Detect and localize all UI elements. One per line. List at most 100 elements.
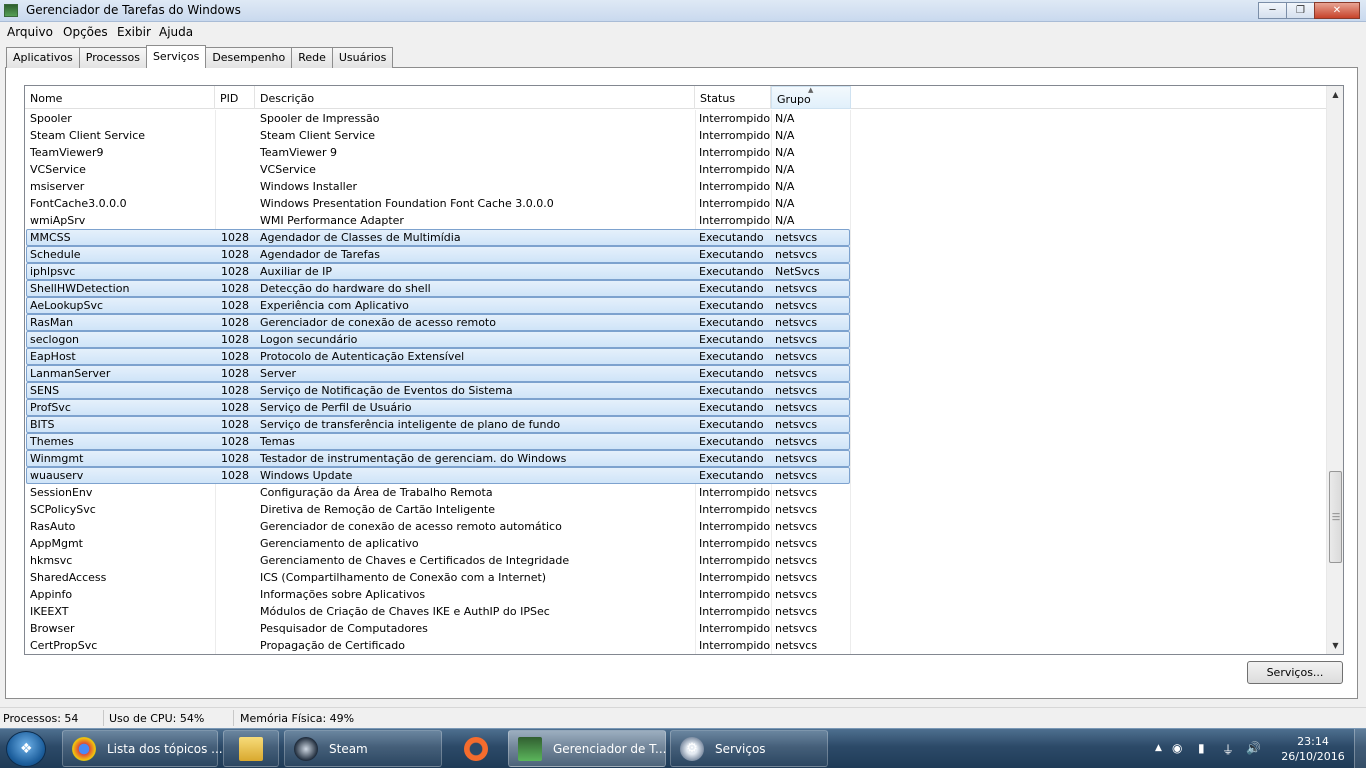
- table-row[interactable]: iphlpsvc 1028 Auxiliar de IP Executando NetS…: [25, 263, 1326, 280]
- menu-arquivo[interactable]: Arquivo: [7, 25, 53, 39]
- table-row[interactable]: TeamViewer9 TeamViewer 9 Interrompido N/A: [25, 144, 1326, 161]
- taskbar-item-chrome[interactable]: Lista dos tópicos ...: [62, 730, 223, 767]
- start-button[interactable]: ❖: [6, 731, 46, 767]
- cell-group: netsvcs: [775, 367, 818, 380]
- cell-name: VCService: [30, 163, 86, 176]
- table-row[interactable]: RasAuto Gerenciador de conexão de acesso …: [25, 518, 1326, 535]
- cell-group: netsvcs: [775, 520, 818, 533]
- taskbar-clock[interactable]: 23:14 26/10/2016: [1280, 734, 1346, 764]
- cell-pid: 1028: [221, 469, 249, 482]
- column-header-descricao[interactable]: Descrição: [255, 86, 695, 109]
- column-header-status[interactable]: Status: [695, 86, 771, 109]
- column-header-nome[interactable]: Nome: [25, 86, 215, 109]
- tab-processos[interactable]: Processos: [78, 47, 147, 68]
- cpu-usage: Uso de CPU: 54%: [109, 712, 205, 725]
- table-row[interactable]: EapHost 1028 Protocolo de Autenticação Ext…: [25, 348, 1326, 365]
- show-desktop-button[interactable]: [1354, 729, 1366, 768]
- cell-group: netsvcs: [775, 503, 818, 516]
- taskbar-item-services[interactable]: ⚙ Serviços: [670, 730, 828, 767]
- table-row[interactable]: BITS 1028 Serviço de transferência intelig…: [25, 416, 1326, 433]
- taskbar-item-origin[interactable]: [447, 730, 503, 767]
- table-row[interactable]: AeLookupSvc 1028 Experiência com Aplicativ…: [25, 297, 1326, 314]
- cell-group: netsvcs: [775, 384, 818, 397]
- scrollbar-thumb[interactable]: — — —: [1329, 471, 1342, 563]
- table-row[interactable]: MMCSS 1028 Agendador de Classes de Multimí…: [25, 229, 1326, 246]
- cell-name: IKEEXT: [30, 605, 69, 618]
- cell-group: netsvcs: [775, 605, 818, 618]
- table-row[interactable]: SharedAccess ICS (Compartilhamento de Con…: [25, 569, 1326, 586]
- window-title: Gerenciador de Tarefas do Windows: [26, 3, 241, 17]
- task-manager-icon: [518, 737, 542, 761]
- network-signal-icon[interactable]: ▮: [1198, 741, 1205, 755]
- menu-ajuda[interactable]: Ajuda: [159, 25, 193, 39]
- tab-servicos[interactable]: Serviços: [145, 45, 207, 68]
- table-row[interactable]: seclogon 1028 Logon secundário Executando ne…: [25, 331, 1326, 348]
- table-row[interactable]: SENS 1028 Serviço de Notificação de Evento…: [25, 382, 1326, 399]
- cell-desc: Windows Presentation Foundation Font Cac…: [260, 197, 554, 210]
- services-list[interactable]: Nome PID Descrição Status ▲ Grupo Spoole…: [24, 85, 1344, 655]
- table-row[interactable]: Appinfo Informações sobre Aplicativos Inte…: [25, 586, 1326, 603]
- steam-tray-icon[interactable]: ◉: [1172, 741, 1182, 755]
- table-row[interactable]: SessionEnv Configuração da Área de Trabal…: [25, 484, 1326, 501]
- restore-button[interactable]: ❐: [1286, 2, 1315, 19]
- column-header-pid[interactable]: PID: [215, 86, 255, 109]
- tab-aplicativos[interactable]: Aplicativos: [6, 47, 80, 68]
- list-header: Nome PID Descrição Status ▲ Grupo: [25, 86, 1326, 109]
- services-button[interactable]: Serviços...: [1247, 661, 1343, 684]
- taskbar-item-steam[interactable]: Steam: [284, 730, 442, 767]
- cell-desc: Pesquisador de Computadores: [260, 622, 428, 635]
- cell-status: Interrompido: [699, 214, 771, 227]
- scroll-down-arrow-icon[interactable]: ▼: [1327, 637, 1343, 654]
- taskbar-item-label: Steam: [329, 742, 368, 756]
- title-bar[interactable]: Gerenciador de Tarefas do Windows ─ ❐ ✕: [0, 0, 1366, 22]
- tab-usuarios[interactable]: Usuários: [331, 47, 394, 68]
- cell-desc: TeamViewer 9: [260, 146, 337, 159]
- cell-name: ProfSvc: [30, 401, 71, 414]
- table-row[interactable]: LanmanServer 1028 Server Executando netsvcs: [25, 365, 1326, 382]
- cell-status: Interrompido: [699, 486, 771, 499]
- table-row[interactable]: Winmgmt 1028 Testador de instrumentação de…: [25, 450, 1326, 467]
- taskbar-item-task-manager[interactable]: Gerenciador de T...: [508, 730, 667, 767]
- tab-desempenho[interactable]: Desempenho: [205, 47, 293, 68]
- table-row[interactable]: AppMgmt Gerenciamento de aplicativo Interr…: [25, 535, 1326, 552]
- table-row[interactable]: wmiApSrv WMI Performance Adapter Interromp…: [25, 212, 1326, 229]
- cell-status: Executando: [699, 316, 764, 329]
- table-row[interactable]: Schedule 1028 Agendador de Tarefas Executan…: [25, 246, 1326, 263]
- table-row[interactable]: ShellHWDetection 1028 Detecção do hardware…: [25, 280, 1326, 297]
- cell-name: SharedAccess: [30, 571, 107, 584]
- power-plug-icon[interactable]: ⏚: [1222, 741, 1234, 758]
- table-row[interactable]: Browser Pesquisador de Computadores Interr…: [25, 620, 1326, 637]
- table-row[interactable]: wuauserv 1028 Windows Update Executando nets…: [25, 467, 1326, 484]
- volume-icon[interactable]: 🔊: [1246, 741, 1261, 755]
- close-button[interactable]: ✕: [1314, 2, 1360, 19]
- vertical-scrollbar[interactable]: ▲ — — — ▼: [1326, 86, 1343, 654]
- cell-desc: Experiência com Aplicativo: [260, 299, 409, 312]
- table-row[interactable]: SCPolicySvc Diretiva de Remoção de Cartão…: [25, 501, 1326, 518]
- table-row[interactable]: Steam Client Service Steam Client Service…: [25, 127, 1326, 144]
- cell-status: Interrompido: [699, 554, 771, 567]
- show-hidden-icons-icon[interactable]: ▲: [1155, 743, 1162, 753]
- table-row[interactable]: msiserver Windows Installer Interrompido N/…: [25, 178, 1326, 195]
- cell-status: Executando: [699, 469, 764, 482]
- table-row[interactable]: RasMan 1028 Gerenciador de conexão de aces…: [25, 314, 1326, 331]
- minimize-button[interactable]: ─: [1258, 2, 1287, 19]
- tab-rede[interactable]: Rede: [291, 47, 333, 68]
- scroll-up-arrow-icon[interactable]: ▲: [1327, 86, 1343, 103]
- table-row[interactable]: CertPropSvc Propagação de Certificado Inte…: [25, 637, 1326, 654]
- table-row[interactable]: ProfSvc 1028 Serviço de Perfil de Usuário E…: [25, 399, 1326, 416]
- window-controls: ─ ❐ ✕: [1258, 2, 1360, 19]
- table-row[interactable]: VCService VCService Interrompido N/A: [25, 161, 1326, 178]
- column-header-grupo[interactable]: ▲ Grupo: [771, 86, 851, 109]
- table-row[interactable]: IKEEXT Módulos de Criação de Chaves IKE e…: [25, 603, 1326, 620]
- table-row[interactable]: hkmsvc Gerenciamento de Chaves e Certific…: [25, 552, 1326, 569]
- table-row[interactable]: FontCache3.0.0.0 Windows Presentation Fou…: [25, 195, 1326, 212]
- cell-group: netsvcs: [775, 469, 818, 482]
- menu-opcoes[interactable]: Opções: [63, 25, 108, 39]
- menu-exibir[interactable]: Exibir: [117, 25, 151, 39]
- cell-desc: Serviço de Perfil de Usuário: [260, 401, 412, 414]
- table-row[interactable]: Spooler Spooler de Impressão Interrompido N…: [25, 110, 1326, 127]
- cell-pid: 1028: [221, 282, 249, 295]
- table-row[interactable]: Themes 1028 Temas Executando netsvcs: [25, 433, 1326, 450]
- taskbar-item-explorer[interactable]: [223, 730, 279, 767]
- status-bar: Processos: 54 Uso de CPU: 54% Memória Fí…: [0, 707, 1366, 728]
